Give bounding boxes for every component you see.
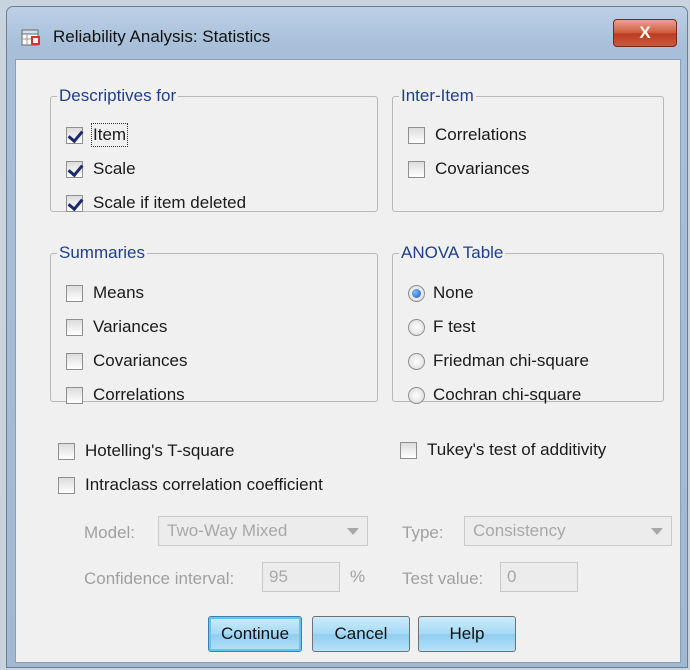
scale-checkbox-box[interactable] — [66, 160, 83, 178]
anova-friedman-radio[interactable]: Friedman chi-square — [408, 349, 589, 373]
anova-f-test-label: F test — [433, 317, 476, 336]
close-icon: X — [639, 23, 651, 42]
scale-if-item-deleted-checkbox-box[interactable] — [66, 194, 83, 212]
anova-none-label: None — [433, 283, 474, 302]
inter-item-legend: Inter-Item — [401, 86, 474, 105]
summaries-legend: Summaries — [59, 243, 145, 262]
dialog-window: Reliability Analysis: Statistics X Descr… — [6, 6, 688, 668]
scale-checkbox-label: Scale — [93, 159, 136, 178]
anova-table-legend: ANOVA Table — [401, 243, 504, 262]
tukey-additivity-checkbox[interactable]: Tukey's test of additivity — [400, 438, 606, 462]
confidence-interval-input[interactable]: 95 — [262, 562, 340, 592]
anova-cochran-radio-button[interactable] — [408, 386, 425, 404]
item-checkbox[interactable]: Item — [66, 123, 129, 147]
summaries-means-checkbox[interactable]: Means — [66, 281, 144, 305]
item-checkbox-label: Item — [90, 123, 129, 147]
percent-unit-label: % — [350, 567, 366, 586]
inter-item-covariances-label: Covariances — [435, 159, 530, 178]
reliability-app-icon — [21, 29, 40, 46]
intraclass-correlation-label: Intraclass correlation coefficient — [85, 475, 323, 494]
model-dropdown[interactable]: Two-Way Mixed — [158, 516, 368, 546]
summaries-covariances-checkbox-box[interactable] — [66, 352, 83, 370]
help-button[interactable]: Help — [418, 616, 516, 652]
inter-item-correlations-checkbox[interactable]: Correlations — [408, 123, 527, 147]
descriptives-legend: Descriptives for — [59, 86, 177, 105]
intraclass-correlation-checkbox[interactable]: Intraclass correlation coefficient — [58, 473, 323, 497]
scale-if-item-deleted-label: Scale if item deleted — [93, 193, 247, 212]
anova-f-test-radio-button[interactable] — [408, 318, 425, 336]
type-label: Type: — [402, 523, 444, 542]
summaries-means-label: Means — [93, 283, 145, 302]
model-dropdown-value: Two-Way Mixed — [167, 521, 288, 540]
summaries-means-checkbox-box[interactable] — [66, 284, 83, 302]
summaries-covariances-checkbox[interactable]: Covariances — [66, 349, 188, 373]
title-bar[interactable]: Reliability Analysis: Statistics X — [7, 7, 687, 59]
summaries-variances-checkbox[interactable]: Variances — [66, 315, 167, 339]
anova-cochran-label: Cochran chi-square — [433, 385, 582, 404]
summaries-variances-label: Variances — [93, 317, 168, 336]
cancel-button[interactable]: Cancel — [312, 616, 410, 652]
test-value-label: Test value: — [402, 569, 484, 588]
summaries-variances-checkbox-box[interactable] — [66, 318, 83, 336]
anova-none-radio[interactable]: None — [408, 281, 474, 305]
summaries-correlations-checkbox[interactable]: Correlations — [66, 383, 185, 407]
anova-friedman-label: Friedman chi-square — [433, 351, 589, 370]
anova-none-radio-button[interactable] — [408, 284, 425, 302]
anova-friedman-radio-button[interactable] — [408, 352, 425, 370]
summaries-correlations-checkbox-box[interactable] — [66, 386, 83, 404]
hotelling-t-square-checkbox-box[interactable] — [58, 442, 75, 460]
model-label: Model: — [84, 523, 136, 542]
inter-item-correlations-label: Correlations — [435, 125, 527, 144]
hotelling-t-square-checkbox[interactable]: Hotelling's T-square — [58, 439, 234, 463]
item-checkbox-box[interactable] — [66, 126, 83, 144]
summaries-covariances-label: Covariances — [93, 351, 188, 370]
tukey-additivity-label: Tukey's test of additivity — [427, 440, 607, 459]
intraclass-correlation-checkbox-box[interactable] — [58, 476, 75, 494]
type-dropdown-value: Consistency — [473, 521, 566, 540]
inter-item-covariances-checkbox[interactable]: Covariances — [408, 157, 530, 181]
continue-button[interactable]: Continue — [208, 616, 302, 652]
type-dropdown[interactable]: Consistency — [464, 516, 672, 546]
dialog-client-area: Descriptives for Item Scale Scale if ite… — [15, 59, 681, 663]
test-value-input[interactable]: 0 — [500, 562, 578, 592]
chevron-down-icon — [651, 528, 663, 535]
close-button[interactable]: X — [613, 19, 677, 47]
inter-item-covariances-checkbox-box[interactable] — [408, 160, 425, 178]
inter-item-group: Inter-Item — [392, 86, 664, 212]
scale-checkbox[interactable]: Scale — [66, 157, 136, 181]
anova-f-test-radio[interactable]: F test — [408, 315, 476, 339]
chevron-down-icon — [347, 528, 359, 535]
window-title: Reliability Analysis: Statistics — [53, 27, 271, 46]
tukey-additivity-checkbox-box[interactable] — [400, 441, 417, 459]
confidence-interval-label: Confidence interval: — [84, 569, 235, 588]
hotelling-t-square-label: Hotelling's T-square — [85, 441, 235, 460]
inter-item-correlations-checkbox-box[interactable] — [408, 126, 425, 144]
anova-cochran-radio[interactable]: Cochran chi-square — [408, 383, 581, 407]
scale-if-item-deleted-checkbox[interactable]: Scale if item deleted — [66, 191, 246, 215]
summaries-correlations-label: Correlations — [93, 385, 185, 404]
